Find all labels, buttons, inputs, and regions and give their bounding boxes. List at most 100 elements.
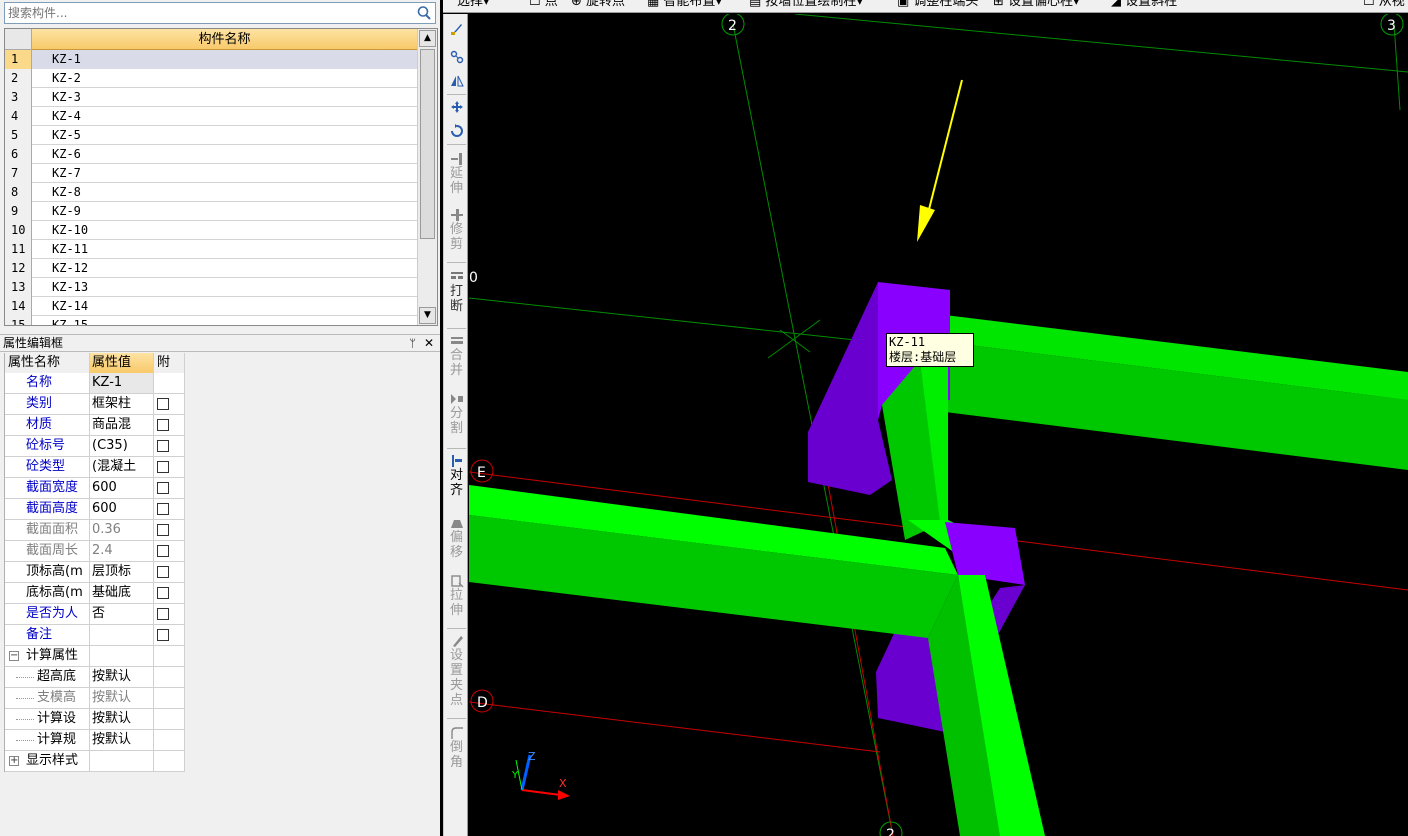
- wall-position-draw-column-button[interactable]: ▤ 按墙位置绘制柱▾: [749, 0, 863, 10]
- property-row[interactable]: 截面面积 0.36: [5, 520, 185, 541]
- mirror-button[interactable]: [446, 74, 467, 88]
- attach-checkbox[interactable]: [157, 524, 169, 536]
- close-icon[interactable]: ✕: [424, 335, 434, 352]
- property-value[interactable]: (混凝土: [90, 457, 154, 477]
- search-icon[interactable]: [415, 4, 433, 22]
- attach-checkbox[interactable]: [157, 419, 169, 431]
- chamfer-button[interactable]: 倒角: [446, 726, 467, 770]
- align-button[interactable]: 对齐: [446, 454, 467, 498]
- list-item[interactable]: 10 KZ-10: [5, 221, 417, 240]
- extend-button[interactable]: 延伸: [446, 152, 467, 196]
- split-button[interactable]: 分割: [446, 392, 467, 436]
- search-input[interactable]: [5, 3, 413, 23]
- merge-button[interactable]: 合并: [446, 334, 467, 378]
- list-item[interactable]: 13 KZ-13: [5, 278, 417, 297]
- property-value[interactable]: 600: [90, 499, 154, 519]
- list-item[interactable]: 4 KZ-4: [5, 107, 417, 126]
- list-item[interactable]: 2 KZ-2: [5, 69, 417, 88]
- list-item[interactable]: 12 KZ-12: [5, 259, 417, 278]
- property-value[interactable]: 框架柱: [90, 394, 154, 414]
- calc-property-row[interactable]: 超高底 按默认: [5, 667, 185, 688]
- list-item[interactable]: 7 KZ-7: [5, 164, 417, 183]
- paint-brush-button[interactable]: [446, 22, 467, 36]
- set-clamp-point-button[interactable]: 设置夹点: [446, 634, 467, 708]
- attach-checkbox[interactable]: [157, 587, 169, 599]
- pin-icon[interactable]: ᛘ: [409, 335, 416, 352]
- list-item[interactable]: 14 KZ-14: [5, 297, 417, 316]
- point-button[interactable]: ☐ 点: [529, 0, 558, 10]
- property-value[interactable]: 商品混: [90, 415, 154, 435]
- property-row[interactable]: 是否为人否: [5, 604, 185, 625]
- search-box[interactable]: [4, 2, 436, 24]
- list-item[interactable]: 1 KZ-1: [5, 50, 417, 69]
- list-item[interactable]: 11 KZ-11: [5, 240, 417, 259]
- calc-property-value[interactable]: 按默认: [90, 709, 154, 729]
- property-value[interactable]: KZ-1: [90, 373, 154, 393]
- attach-checkbox[interactable]: [157, 566, 169, 578]
- calc-property-row[interactable]: 支模高 按默认: [5, 688, 185, 709]
- 3d-viewport[interactable]: 2 3 0 E D 2 Z X Y: [469, 14, 1408, 836]
- property-value[interactable]: 否: [90, 604, 154, 624]
- property-row[interactable]: 截面高度 600: [5, 499, 185, 520]
- view-from-button[interactable]: ☐ 从视: [1363, 0, 1405, 10]
- set-eccentric-column-button[interactable]: ⊞ 设置偏心柱▾: [993, 0, 1080, 10]
- trim-button[interactable]: 修剪: [446, 208, 467, 252]
- property-value[interactable]: 2.4: [90, 541, 154, 561]
- property-row[interactable]: 截面周长 2.4: [5, 541, 185, 562]
- property-value[interactable]: (C35): [90, 436, 154, 456]
- property-row[interactable]: 名称 KZ-1: [5, 373, 185, 394]
- property-row[interactable]: 底标高(m 基础底: [5, 583, 185, 604]
- list-item[interactable]: 15 KZ-15: [5, 316, 417, 325]
- property-row[interactable]: 顶标高(m 层顶标: [5, 562, 185, 583]
- property-value[interactable]: 600: [90, 478, 154, 498]
- property-row[interactable]: 材质 商品混: [5, 415, 185, 436]
- expand-icon[interactable]: +: [9, 756, 19, 766]
- list-scrollbar[interactable]: ▲ ▼: [417, 29, 437, 325]
- attach-checkbox[interactable]: [157, 461, 169, 473]
- attach-checkbox[interactable]: [157, 440, 169, 452]
- select-button[interactable]: 选择▾: [457, 0, 490, 10]
- property-row[interactable]: 砼类型 (混凝土: [5, 457, 185, 478]
- display-group-row[interactable]: + 显示样式: [5, 751, 185, 772]
- copy-button[interactable]: [446, 50, 467, 64]
- list-item[interactable]: 6 KZ-6: [5, 145, 417, 164]
- collapse-icon[interactable]: −: [9, 651, 19, 661]
- calc-property-row[interactable]: 计算规 按默认: [5, 730, 185, 751]
- property-row[interactable]: 砼标号 (C35): [5, 436, 185, 457]
- list-item[interactable]: 3 KZ-3: [5, 88, 417, 107]
- calc-property-value[interactable]: 按默认: [90, 730, 154, 750]
- rotate-point-button[interactable]: ⊕ 旋转点: [571, 0, 625, 10]
- calc-group-row[interactable]: − 计算属性: [5, 646, 185, 667]
- attach-checkbox[interactable]: [157, 629, 169, 641]
- scroll-up-icon[interactable]: ▲: [419, 30, 436, 47]
- property-row[interactable]: 类别 框架柱: [5, 394, 185, 415]
- calc-property-row[interactable]: 计算设 按默认: [5, 709, 185, 730]
- move-button[interactable]: [446, 100, 467, 114]
- property-value[interactable]: 0.36: [90, 520, 154, 540]
- attach-checkbox[interactable]: [157, 608, 169, 620]
- column-header-name[interactable]: 构件名称: [32, 29, 417, 50]
- calc-property-value[interactable]: 按默认: [90, 667, 154, 687]
- stretch-button[interactable]: 拉伸: [446, 574, 467, 618]
- property-value[interactable]: [90, 625, 154, 645]
- property-row[interactable]: 备注: [5, 625, 185, 646]
- calc-property-value[interactable]: 按默认: [90, 688, 154, 708]
- break-button[interactable]: 打断: [446, 270, 467, 314]
- offset-button[interactable]: 偏移: [446, 516, 467, 560]
- scroll-down-icon[interactable]: ▼: [419, 307, 436, 324]
- adjust-column-end-button[interactable]: ▣ 调整柱端头: [897, 0, 978, 10]
- attach-checkbox[interactable]: [157, 503, 169, 515]
- attach-checkbox[interactable]: [157, 482, 169, 494]
- scene-canvas[interactable]: 2 3 0 E D 2 Z X Y: [469, 14, 1408, 836]
- list-item[interactable]: 9 KZ-9: [5, 202, 417, 221]
- property-value[interactable]: 层顶标: [90, 562, 154, 582]
- property-row[interactable]: 截面宽度 600: [5, 478, 185, 499]
- property-value[interactable]: 基础底: [90, 583, 154, 603]
- list-item[interactable]: 5 KZ-5: [5, 126, 417, 145]
- scroll-thumb[interactable]: [420, 49, 435, 239]
- rotate-button[interactable]: [446, 124, 467, 138]
- smart-layout-button[interactable]: ▦ 智能布置▾: [647, 0, 722, 10]
- attach-checkbox[interactable]: [157, 398, 169, 410]
- attach-checkbox[interactable]: [157, 545, 169, 557]
- set-slant-column-button[interactable]: ◢ 设置斜柱: [1111, 0, 1177, 10]
